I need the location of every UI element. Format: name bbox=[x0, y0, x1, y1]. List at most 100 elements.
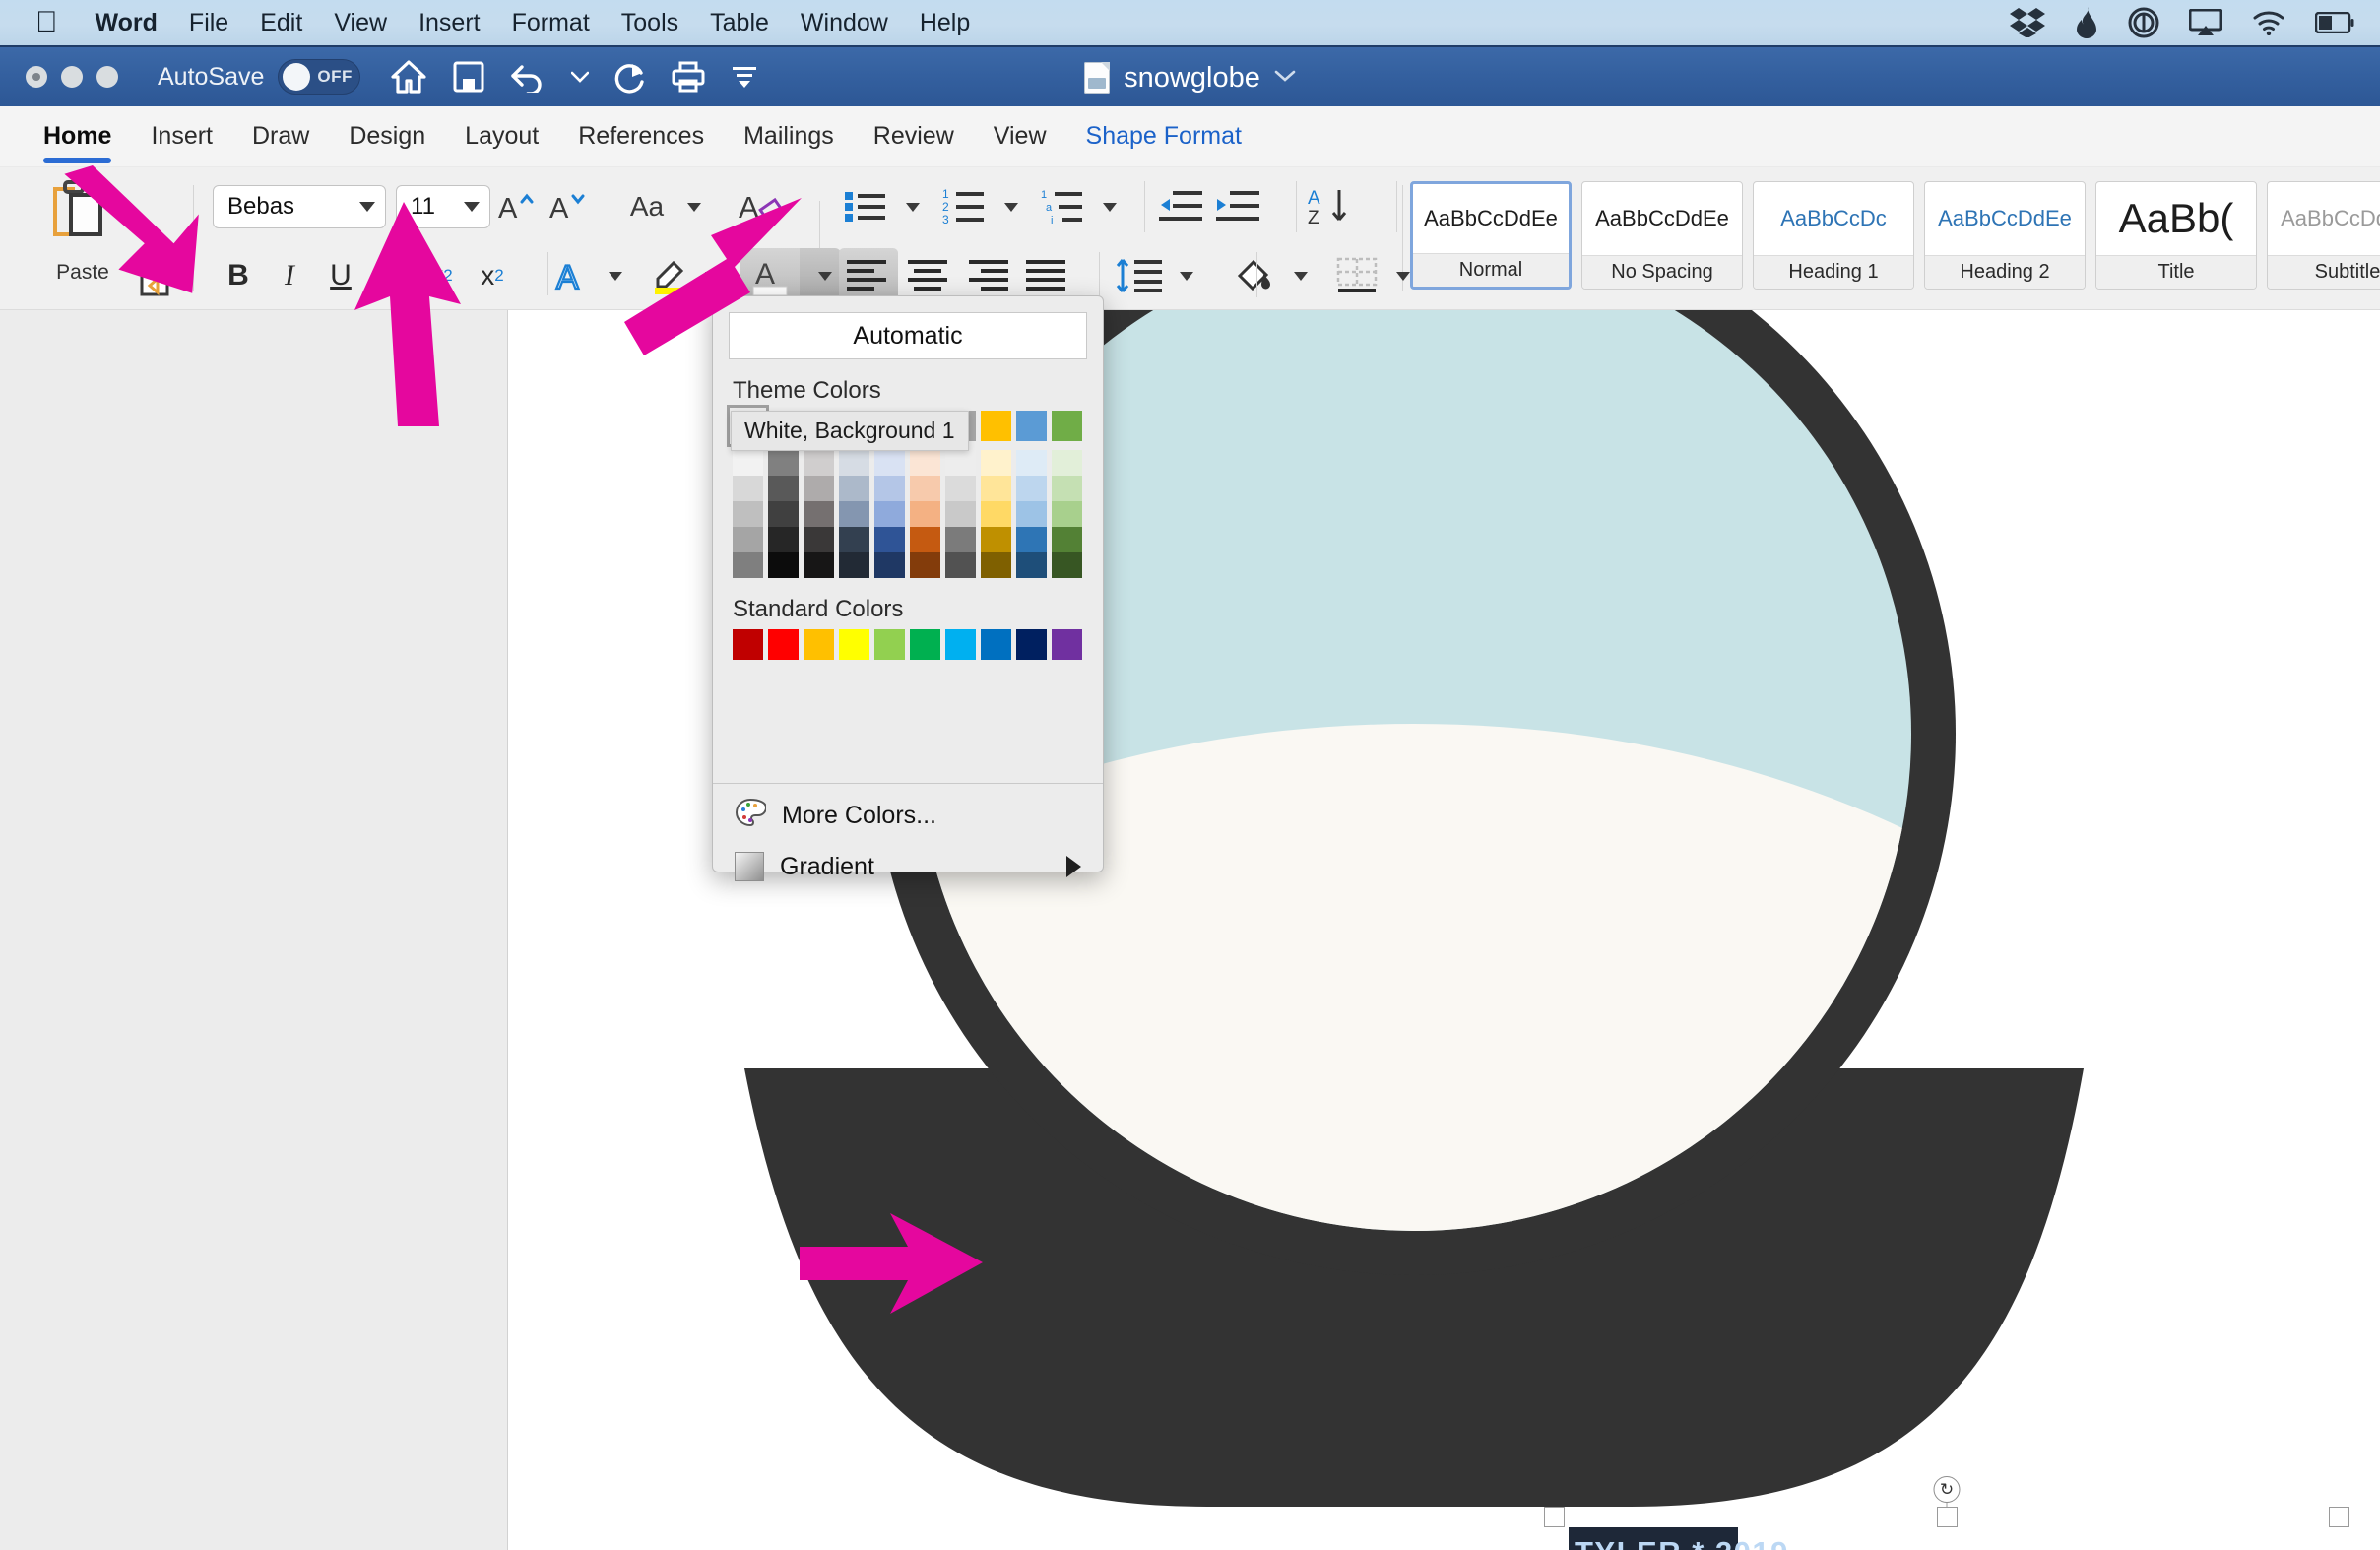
menu-item-insert[interactable]: Insert bbox=[403, 9, 496, 37]
grow-font-icon[interactable]: A bbox=[490, 183, 542, 230]
title-chevron-down-icon[interactable] bbox=[1274, 69, 1296, 88]
automatic-color-option[interactable]: Automatic bbox=[729, 312, 1087, 359]
theme-color-swatch[interactable] bbox=[1052, 411, 1082, 441]
font-color-dropdown-menu[interactable]: Automatic Theme Colors White, Background… bbox=[712, 295, 1104, 881]
save-icon[interactable] bbox=[453, 61, 484, 93]
standard-color-swatch[interactable] bbox=[733, 629, 763, 660]
theme-color-variant-swatch[interactable] bbox=[981, 450, 1011, 476]
chevron-down-icon[interactable] bbox=[1294, 271, 1308, 281]
wifi-icon[interactable] bbox=[2252, 10, 2285, 35]
theme-color-variant-swatch[interactable] bbox=[910, 527, 940, 552]
menu-item-word[interactable]: Word bbox=[80, 9, 173, 37]
customize-toolbar-icon[interactable] bbox=[731, 64, 758, 90]
chevron-down-icon[interactable] bbox=[1180, 271, 1193, 281]
chevron-down-icon[interactable] bbox=[609, 271, 622, 281]
tab-design[interactable]: Design bbox=[329, 106, 445, 167]
menu-item-view[interactable]: View bbox=[318, 9, 403, 37]
theme-color-variant-swatch[interactable] bbox=[733, 527, 763, 552]
battery-icon[interactable] bbox=[2315, 12, 2354, 33]
theme-color-variant-swatch[interactable] bbox=[733, 476, 763, 501]
font-name-combo[interactable]: Bebas bbox=[213, 185, 386, 228]
menu-item-tools[interactable]: Tools bbox=[606, 9, 694, 37]
underline-button[interactable]: U bbox=[315, 252, 366, 299]
rotate-handle-icon[interactable]: ↻ bbox=[1933, 1476, 1961, 1503]
borders-icon[interactable] bbox=[1329, 252, 1386, 299]
align-center-icon[interactable] bbox=[898, 252, 957, 299]
theme-color-variant-swatch[interactable] bbox=[1016, 476, 1047, 501]
theme-color-variant-swatch[interactable] bbox=[804, 450, 834, 476]
theme-color-variant-swatch[interactable] bbox=[1052, 476, 1082, 501]
home-icon[interactable] bbox=[390, 60, 427, 94]
tab-mailings[interactable]: Mailings bbox=[724, 106, 854, 167]
font-size-combo[interactable]: 11 bbox=[396, 185, 490, 228]
theme-color-variant-swatch[interactable] bbox=[839, 476, 869, 501]
menu-item-window[interactable]: Window bbox=[785, 9, 904, 37]
justify-icon[interactable] bbox=[1016, 252, 1075, 299]
flame-icon[interactable] bbox=[2075, 7, 2098, 38]
shrink-font-icon[interactable]: A bbox=[542, 183, 593, 230]
undo-chevron-icon[interactable] bbox=[571, 71, 590, 83]
bullets-icon[interactable] bbox=[839, 183, 896, 230]
tab-draw[interactable]: Draw bbox=[232, 106, 329, 167]
dropbox-icon[interactable] bbox=[2010, 8, 2045, 37]
sort-az-icon[interactable]: AZ bbox=[1300, 183, 1361, 230]
theme-color-variant-swatch[interactable] bbox=[1016, 527, 1047, 552]
tab-insert[interactable]: Insert bbox=[131, 106, 232, 167]
theme-color-variant-swatch[interactable] bbox=[945, 527, 976, 552]
style-title[interactable]: AaBb( Title bbox=[2095, 181, 2257, 290]
style-no-spacing[interactable]: AaBbCcDdEe No Spacing bbox=[1581, 181, 1743, 290]
chevron-down-icon[interactable] bbox=[1103, 202, 1117, 212]
theme-color-variant-swatch[interactable] bbox=[1016, 501, 1047, 527]
minimize-button[interactable] bbox=[61, 66, 83, 88]
paste-options-icon[interactable] bbox=[138, 254, 171, 301]
chevron-down-icon[interactable] bbox=[906, 202, 920, 212]
theme-color-variant-swatch[interactable] bbox=[945, 450, 976, 476]
theme-color-variant-swatch[interactable] bbox=[945, 501, 976, 527]
theme-color-variant-swatch[interactable] bbox=[768, 527, 799, 552]
tab-layout[interactable]: Layout bbox=[445, 106, 558, 167]
tab-view[interactable]: View bbox=[974, 106, 1066, 167]
standard-color-swatch[interactable] bbox=[910, 629, 940, 660]
gradient-menu-item[interactable]: Gradient bbox=[713, 842, 1103, 891]
theme-color-variant-swatch[interactable] bbox=[733, 450, 763, 476]
style-subtitle[interactable]: AaBbCcDdEe Subtitle bbox=[2267, 181, 2380, 290]
theme-color-variant-swatch[interactable] bbox=[804, 527, 834, 552]
onepassword-icon[interactable] bbox=[2128, 7, 2159, 38]
standard-color-swatch[interactable] bbox=[839, 629, 869, 660]
theme-color-variant-swatch[interactable] bbox=[768, 476, 799, 501]
chevron-down-icon[interactable] bbox=[1396, 271, 1410, 281]
apple-icon[interactable]:  bbox=[35, 8, 58, 37]
theme-color-variant-swatch[interactable] bbox=[945, 476, 976, 501]
theme-color-variant-swatch[interactable] bbox=[804, 476, 834, 501]
superscript-button[interactable]: x2 bbox=[467, 252, 518, 299]
standard-color-swatch[interactable] bbox=[1016, 629, 1047, 660]
line-spacing-icon[interactable] bbox=[1109, 252, 1170, 299]
menu-item-file[interactable]: File bbox=[173, 9, 244, 37]
resize-handle-top-right[interactable] bbox=[2329, 1507, 2349, 1527]
autosave-control[interactable]: AutoSave OFF bbox=[158, 59, 361, 95]
resize-handle-top-left[interactable] bbox=[1544, 1507, 1565, 1527]
airplay-icon[interactable] bbox=[2189, 9, 2222, 36]
standard-color-swatch[interactable] bbox=[945, 629, 976, 660]
print-icon[interactable] bbox=[672, 61, 705, 93]
paste-button[interactable]: Paste bbox=[24, 177, 142, 285]
theme-color-variant-swatch[interactable] bbox=[804, 501, 834, 527]
theme-color-variant-swatch[interactable] bbox=[1016, 552, 1047, 578]
theme-color-variant-swatch[interactable] bbox=[910, 450, 940, 476]
theme-color-variant-swatch[interactable] bbox=[874, 552, 905, 578]
theme-color-variant-swatch[interactable] bbox=[1052, 501, 1082, 527]
standard-color-swatch[interactable] bbox=[1052, 629, 1082, 660]
tab-review[interactable]: Review bbox=[854, 106, 974, 167]
theme-color-swatch[interactable] bbox=[981, 411, 1011, 441]
style-normal[interactable]: AaBbCcDdEe Normal bbox=[1410, 181, 1572, 290]
chevron-down-icon[interactable] bbox=[687, 202, 701, 212]
redo-icon[interactable] bbox=[614, 60, 646, 94]
theme-color-variant-swatch[interactable] bbox=[981, 476, 1011, 501]
standard-color-swatch[interactable] bbox=[804, 629, 834, 660]
theme-color-variant-swatch[interactable] bbox=[874, 501, 905, 527]
menu-item-format[interactable]: Format bbox=[496, 9, 606, 37]
theme-color-variant-swatch[interactable] bbox=[839, 552, 869, 578]
change-case-button[interactable]: Aa bbox=[616, 183, 677, 230]
standard-color-swatch[interactable] bbox=[981, 629, 1011, 660]
theme-color-variant-swatch[interactable] bbox=[733, 501, 763, 527]
